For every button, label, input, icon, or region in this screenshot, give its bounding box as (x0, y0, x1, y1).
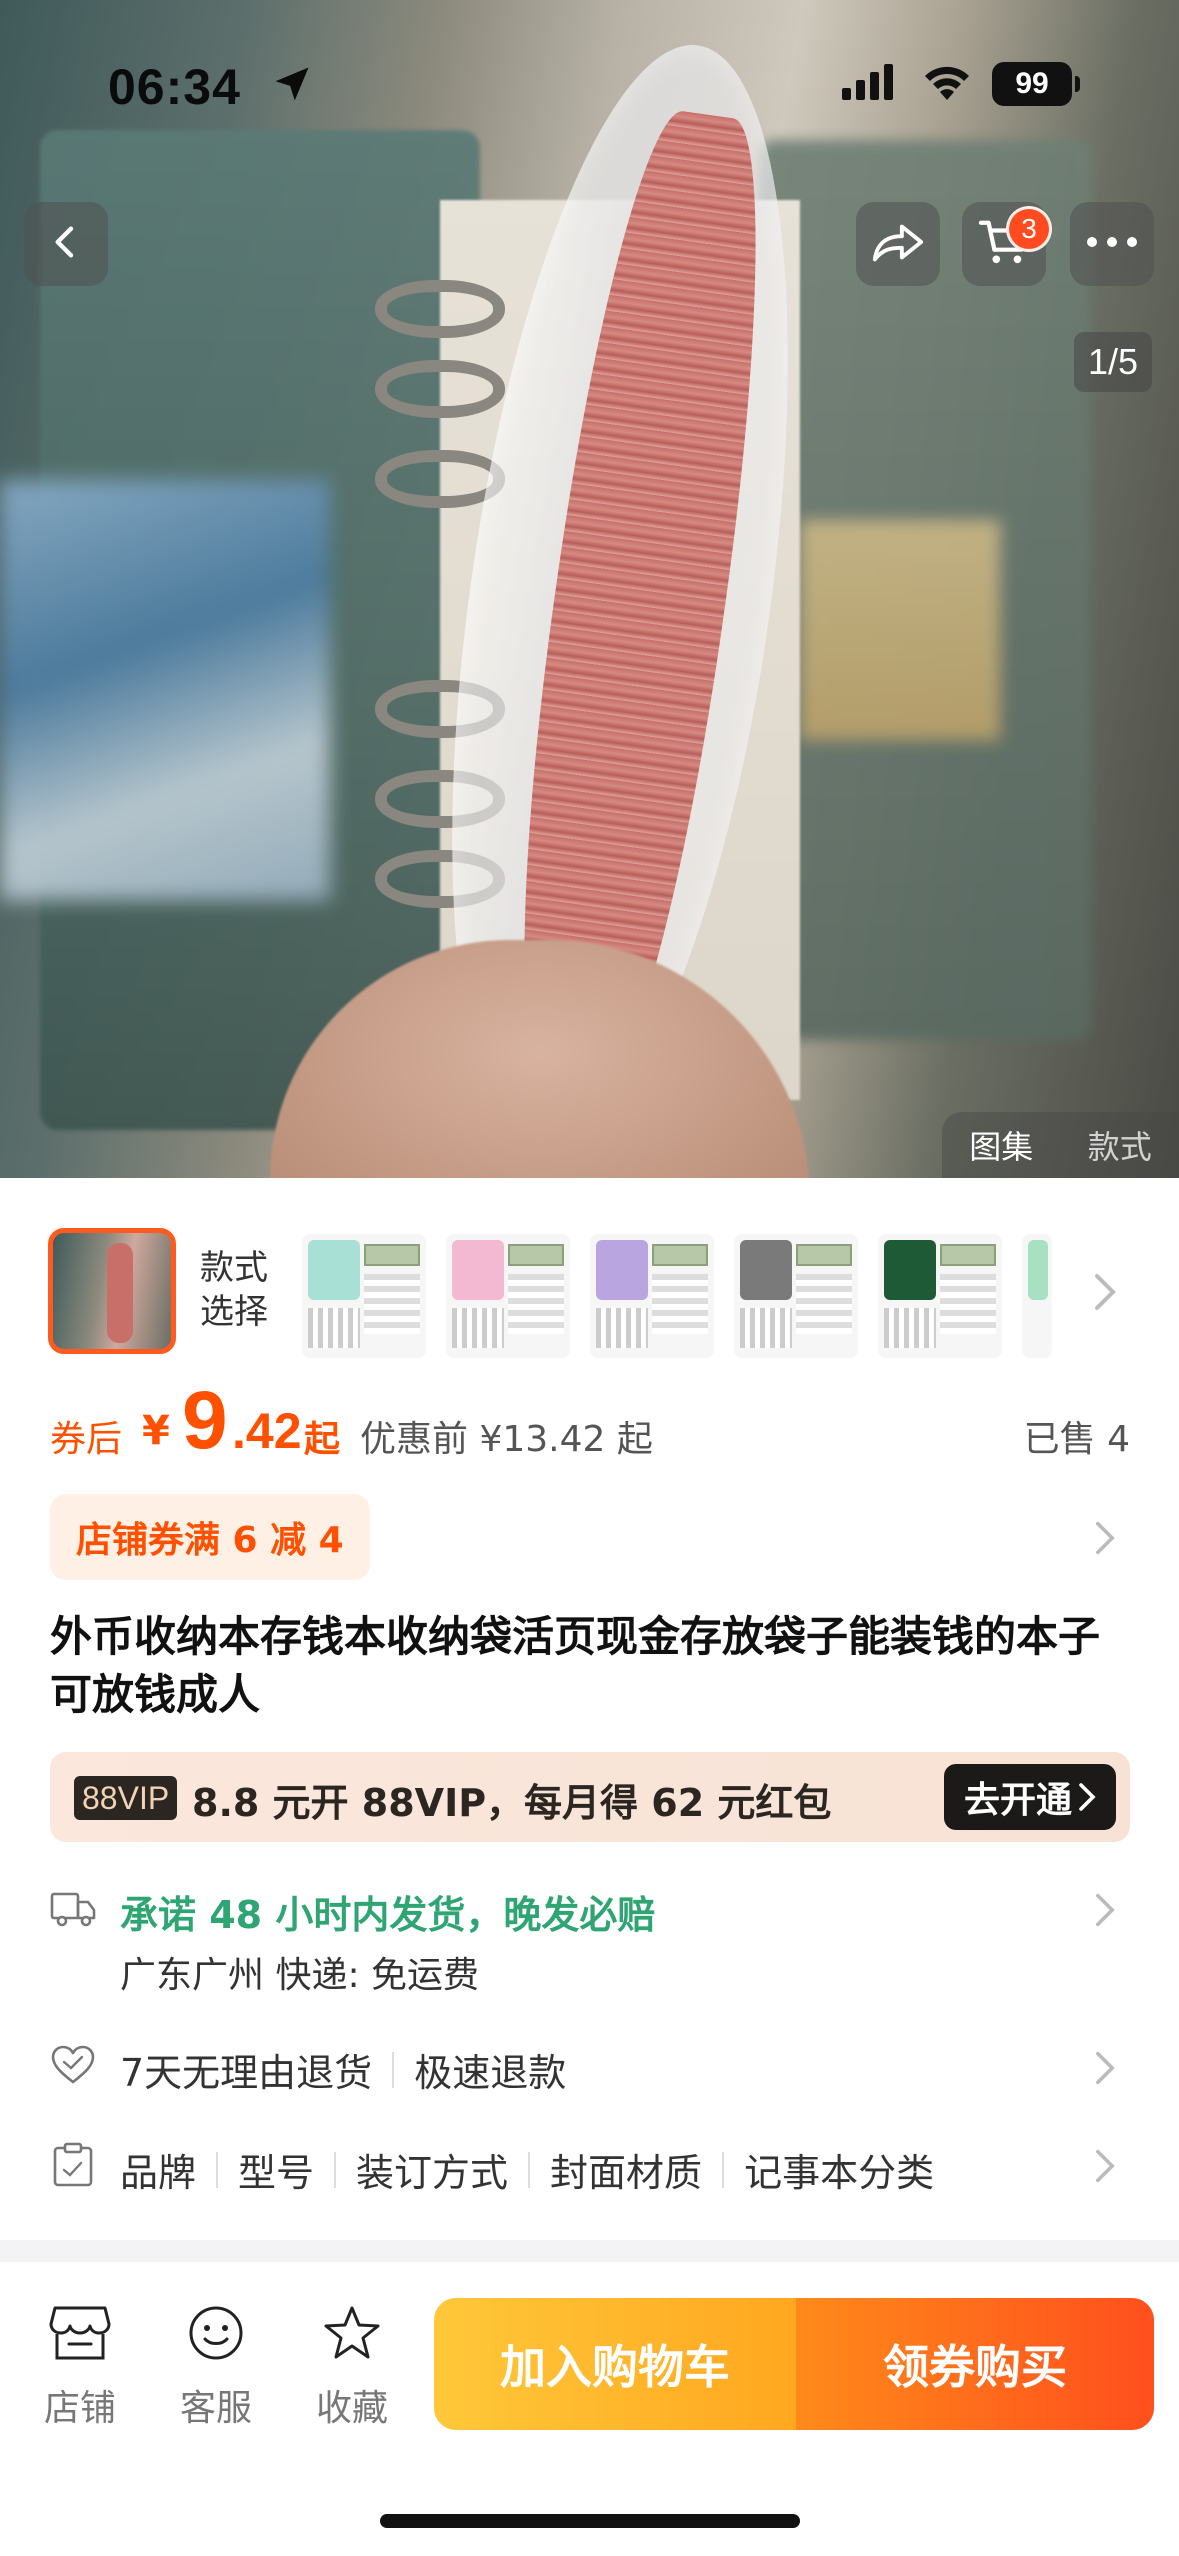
attributes-chevron-icon[interactable] (1092, 2148, 1118, 2184)
price-currency: ¥ (142, 1408, 170, 1454)
variant-thumb-selected[interactable] (48, 1228, 176, 1354)
smiley-face-icon (156, 2304, 276, 2371)
shop-tab[interactable]: 店铺 (20, 2304, 140, 2431)
cellular-signal-icon (842, 62, 902, 106)
location-arrow-icon (270, 62, 314, 110)
vip-activate-button[interactable]: 去开通 (943, 1764, 1116, 1830)
favorite-tab[interactable]: 收藏 (292, 2304, 412, 2431)
gallery-tab-bar: 图集 款式 (942, 1112, 1179, 1178)
delivery-truck-icon (50, 1888, 96, 1932)
vip-banner[interactable]: 88VIP 8.8 元开 88VIP，每月得 62 元红包 去开通 (50, 1752, 1130, 1842)
variant-thumb-gray[interactable] (734, 1234, 858, 1358)
variant-thumb-green[interactable] (878, 1234, 1002, 1358)
variant-label[interactable]: 款式 选择 (200, 1246, 268, 1334)
battery-indicator: 99 (992, 62, 1080, 106)
vip-badge: 88VIP (74, 1776, 178, 1820)
section-divider (0, 2240, 1179, 2262)
image-background-cards (0, 480, 330, 900)
vip-promo-text: 8.8 元开 88VIP，每月得 62 元红包 (192, 1781, 832, 1825)
price-row: 券后 ¥ 9 .42 起 优惠前 ¥13.42 起 已售 4 (50, 1375, 1130, 1470)
chevron-right-icon (1079, 1783, 1096, 1811)
attributes-row[interactable]: 品牌 型号 装订方式 封面材质 记事本分类 (120, 2142, 934, 2197)
variant-thumb-purple[interactable] (590, 1234, 714, 1358)
tab-style[interactable]: 款式 (1088, 1122, 1152, 1168)
product-title: 外币收纳本存钱本收纳袋活页现金存放袋子能装钱的本子可放钱成人 (50, 1612, 1101, 1719)
heart-shield-icon (50, 2044, 96, 2090)
more-dots-icon (1084, 234, 1140, 254)
buy-with-coupon-button[interactable]: 领券购买 (796, 2298, 1154, 2430)
home-indicator (380, 2514, 800, 2528)
attribute-notebook-type: 记事本分类 (744, 2151, 935, 2195)
variant-thumb-partial[interactable] (1022, 1234, 1052, 1358)
shipping-promise: 承诺 48 小时内发货，晚发必赔 (120, 1893, 656, 1937)
refund-policy: 极速退款 (414, 2051, 567, 2095)
shipping-origin: 广东广州 快递: 免运费 (120, 1955, 480, 1996)
price-before-discount: 优惠前 ¥13.42 起 (360, 1419, 653, 1460)
attribute-brand: 品牌 (120, 2151, 197, 2195)
chevron-left-icon (46, 222, 86, 266)
return-policy: 7天无理由退货 (120, 2051, 373, 2095)
add-to-cart-button[interactable]: 加入购物车 (434, 2298, 796, 2430)
status-time: 06:34 (108, 59, 241, 115)
share-button[interactable] (856, 202, 940, 286)
cart-count-badge: 3 (1006, 206, 1052, 252)
variant-thumb-mint[interactable] (302, 1234, 426, 1358)
price-decimal: .42 (232, 1403, 302, 1459)
price-integer: 9 (182, 1375, 228, 1466)
variant-thumb-pink[interactable] (446, 1234, 570, 1358)
attribute-binding: 装订方式 (356, 2151, 509, 2195)
attribute-model: 型号 (238, 2151, 315, 2195)
shop-coupon-chip[interactable]: 店铺券满 6 减 4 (50, 1494, 370, 1580)
shop-label: 店铺 (43, 2388, 116, 2429)
return-policy-row[interactable]: 7天无理由退货 极速退款 (120, 2042, 566, 2097)
share-arrow-icon (869, 218, 927, 270)
shipping-chevron-icon[interactable] (1092, 1892, 1118, 1928)
bottom-action-bar: 店铺 客服 收藏 加入购物车 领券购买 (0, 2262, 1179, 2556)
product-image-gallery[interactable] (0, 0, 1179, 1178)
variant-selector: 款式 选择 (0, 1222, 1179, 1362)
coupon-chevron-icon[interactable] (1092, 1520, 1118, 1556)
more-options-button[interactable] (1070, 202, 1154, 286)
store-icon (20, 2304, 140, 2371)
price-suffix: 起 (304, 1419, 341, 1460)
chevron-right-icon[interactable] (1092, 1272, 1118, 1316)
returns-chevron-icon[interactable] (1092, 2050, 1118, 2086)
image-index-indicator: 1/5 (1074, 332, 1153, 392)
back-button[interactable] (24, 202, 108, 286)
attribute-cover-material: 封面材质 (550, 2151, 703, 2195)
sold-count: 已售 4 (1023, 1419, 1130, 1460)
tab-album[interactable]: 图集 (969, 1122, 1033, 1168)
customer-service-tab[interactable]: 客服 (156, 2304, 276, 2431)
favorite-label: 收藏 (315, 2388, 388, 2429)
wifi-icon (920, 62, 974, 106)
service-label: 客服 (179, 2388, 252, 2429)
image-background-label (800, 520, 1000, 740)
status-indicators: 99 (842, 62, 1080, 106)
clipboard-icon (52, 2142, 94, 2192)
star-icon (292, 2304, 412, 2371)
vip-activate-label: 去开通 (963, 1780, 1072, 1821)
price-after-coupon-label: 券后 (50, 1419, 123, 1460)
